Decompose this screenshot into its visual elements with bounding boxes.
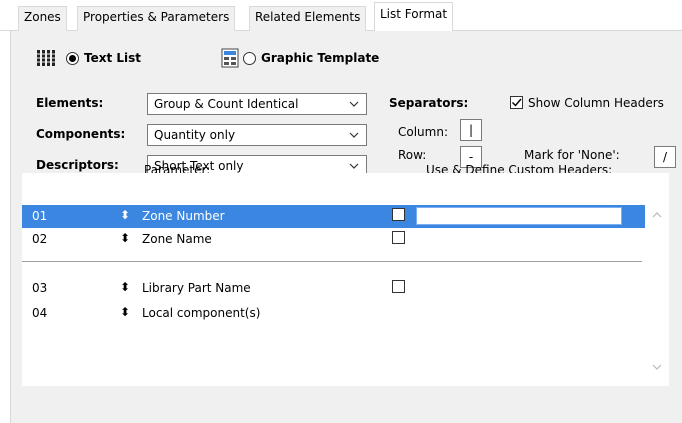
show-column-headers-checkbox[interactable] [510, 96, 523, 109]
text-list-icon [36, 50, 56, 66]
mark-for-none-input[interactable]: / [654, 146, 676, 168]
chevron-down-icon [349, 132, 359, 138]
chevron-down-icon [349, 163, 359, 169]
components-label: Components: [36, 127, 126, 141]
divider [22, 261, 642, 262]
custom-header-input[interactable] [416, 207, 622, 225]
column-separator-label: Column: [398, 125, 448, 139]
parameter-name: Zone Name [142, 232, 212, 246]
elements-select-value: Group & Count Identical [154, 97, 299, 111]
row-separator-label: Row: [398, 148, 427, 162]
graphic-template-label: Graphic Template [261, 51, 380, 65]
mark-for-none-label: Mark for 'None': [524, 148, 620, 162]
custom-header-checkbox[interactable] [392, 280, 405, 293]
custom-header-checkbox[interactable] [392, 208, 405, 221]
graphic-template-icon [221, 48, 239, 68]
text-list-label: Text List [84, 51, 142, 65]
row-number: 02 [32, 232, 48, 246]
list-item[interactable]: 04 ⬍ Local component(s) [22, 302, 645, 325]
reorder-handle-icon[interactable]: ⬍ [120, 231, 130, 245]
elements-label: Elements: [36, 96, 104, 110]
parameter-name: Library Part Name [142, 281, 251, 295]
checkmark-icon [512, 98, 522, 107]
vertical-scrollbar[interactable] [645, 173, 669, 386]
tab-list-format[interactable]: List Format [374, 2, 454, 32]
row-number: 03 [32, 281, 48, 295]
reorder-handle-icon[interactable]: ⬍ [120, 280, 130, 294]
list-item[interactable]: 02 ⬍ Zone Name [22, 228, 645, 251]
parameter-name: Zone Number [142, 209, 225, 223]
column-separator-input[interactable]: | [460, 119, 482, 141]
tab-bar: Zones Properties & Parameters Related El… [0, 0, 682, 32]
text-list-radio[interactable] [66, 52, 79, 65]
elements-select[interactable]: Group & Count Identical [147, 93, 367, 115]
parameter-list[interactable]: 01 ⬍ Zone Number 02 ⬍ Zone Name 03 ⬍ Lib… [22, 173, 669, 386]
parameter-name: Local component(s) [142, 306, 261, 320]
components-select[interactable]: Quantity only [147, 124, 367, 146]
list-item[interactable]: 01 ⬍ Zone Number [22, 205, 645, 228]
components-select-value: Quantity only [154, 128, 236, 142]
scroll-down-icon[interactable] [652, 363, 662, 371]
tab-zones[interactable]: Zones [18, 6, 67, 31]
tab-properties-parameters[interactable]: Properties & Parameters [77, 6, 236, 31]
reorder-handle-icon[interactable]: ⬍ [120, 305, 130, 319]
row-number: 04 [32, 306, 48, 320]
custom-header-checkbox[interactable] [392, 231, 405, 244]
reorder-handle-icon[interactable]: ⬍ [120, 208, 130, 222]
graphic-template-radio[interactable] [243, 52, 256, 65]
separators-label: Separators: [389, 96, 469, 110]
list-item[interactable]: 03 ⬍ Library Part Name [22, 277, 645, 300]
scroll-up-icon[interactable] [652, 211, 662, 219]
row-number: 01 [32, 209, 48, 223]
tab-related-elements[interactable]: Related Elements [249, 6, 367, 31]
chevron-down-icon [349, 101, 359, 107]
descriptors-label: Descriptors: [36, 158, 119, 172]
show-column-headers-label: Show Column Headers [528, 96, 664, 110]
